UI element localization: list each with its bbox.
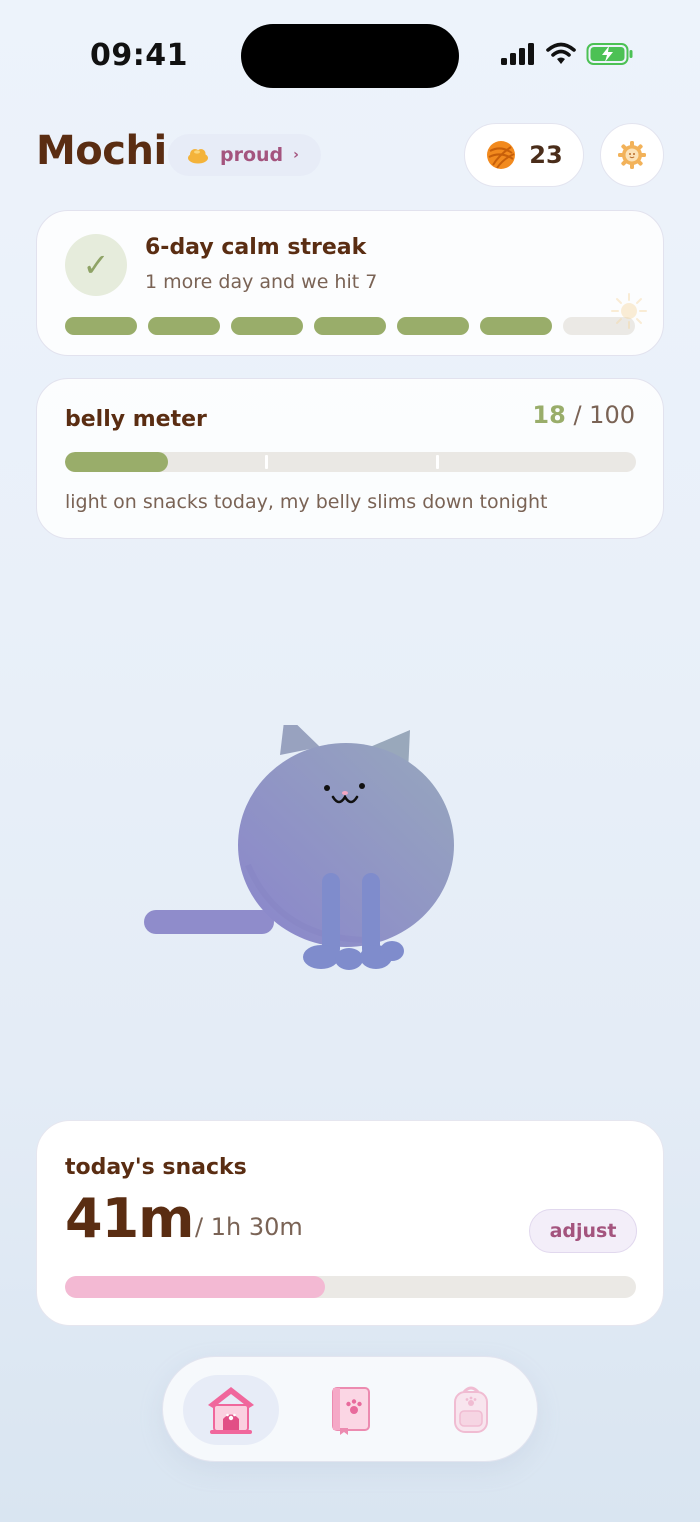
settings-button[interactable] — [600, 123, 664, 187]
yarn-ball-icon — [487, 141, 516, 169]
belly-progress-bar — [65, 452, 636, 472]
streak-segment-filled — [480, 317, 552, 335]
mood-label: proud — [220, 144, 284, 166]
dynamic-island — [241, 24, 459, 88]
battery-icon — [586, 43, 633, 65]
coin-count: 23 — [529, 141, 563, 169]
belly-tick — [436, 455, 439, 469]
snacks-progress-fill — [65, 1276, 326, 1298]
belly-value: 18 — [532, 401, 566, 429]
sparkle-icon — [611, 293, 647, 329]
belly-score: 18 / 100 — [532, 401, 635, 429]
streak-segment-filled — [314, 317, 386, 335]
doghouse-icon — [208, 1387, 254, 1434]
signal-icon — [501, 43, 534, 65]
status-time: 09:41 — [90, 38, 188, 73]
streak-progress — [65, 317, 635, 335]
backpack-icon — [454, 1386, 488, 1433]
mood-button[interactable]: proud › — [168, 134, 321, 176]
streak-segment-filled — [65, 317, 137, 335]
belly-max: / 100 — [573, 401, 635, 429]
paw-book-icon — [332, 1387, 370, 1435]
snacks-progress-bar — [65, 1276, 636, 1298]
snacks-used: 41m — [65, 1187, 194, 1250]
streak-segment-filled — [148, 317, 220, 335]
chevron-right-icon: › — [293, 147, 299, 163]
cat-illustration[interactable] — [140, 725, 470, 975]
streak-card: ✓ 6-day calm streak 1 more day and we hi… — [36, 210, 664, 356]
streak-title: 6-day calm streak — [145, 235, 367, 260]
streak-segment-filled — [231, 317, 303, 335]
streak-subtitle: 1 more day and we hit 7 — [145, 271, 378, 293]
status-icons — [500, 42, 634, 66]
tab-journal[interactable] — [303, 1375, 399, 1445]
check-icon: ✓ — [65, 234, 127, 296]
belly-description: light on snacks today, my belly slims do… — [65, 491, 548, 513]
snacks-title: today's snacks — [65, 1155, 247, 1180]
tab-backpack[interactable] — [423, 1375, 519, 1445]
pet-name: Mochi — [36, 128, 167, 174]
tab-bar — [162, 1356, 538, 1462]
coin-balance-button[interactable]: 23 — [464, 123, 584, 187]
adjust-button[interactable]: adjust — [529, 1209, 637, 1253]
wifi-icon — [546, 42, 576, 64]
cloud-icon — [188, 149, 208, 164]
streak-segment-filled — [397, 317, 469, 335]
tab-home[interactable] — [183, 1375, 279, 1445]
snacks-card: today's snacks 41m / 1h 30m adjust — [36, 1120, 664, 1326]
gear-icon — [618, 141, 646, 169]
belly-title: belly meter — [65, 407, 207, 432]
snacks-limit: / 1h 30m — [195, 1213, 303, 1241]
belly-progress-fill — [65, 452, 168, 472]
belly-meter-card: belly meter 18 / 100 light on snacks tod… — [36, 378, 664, 539]
belly-tick — [265, 455, 268, 469]
